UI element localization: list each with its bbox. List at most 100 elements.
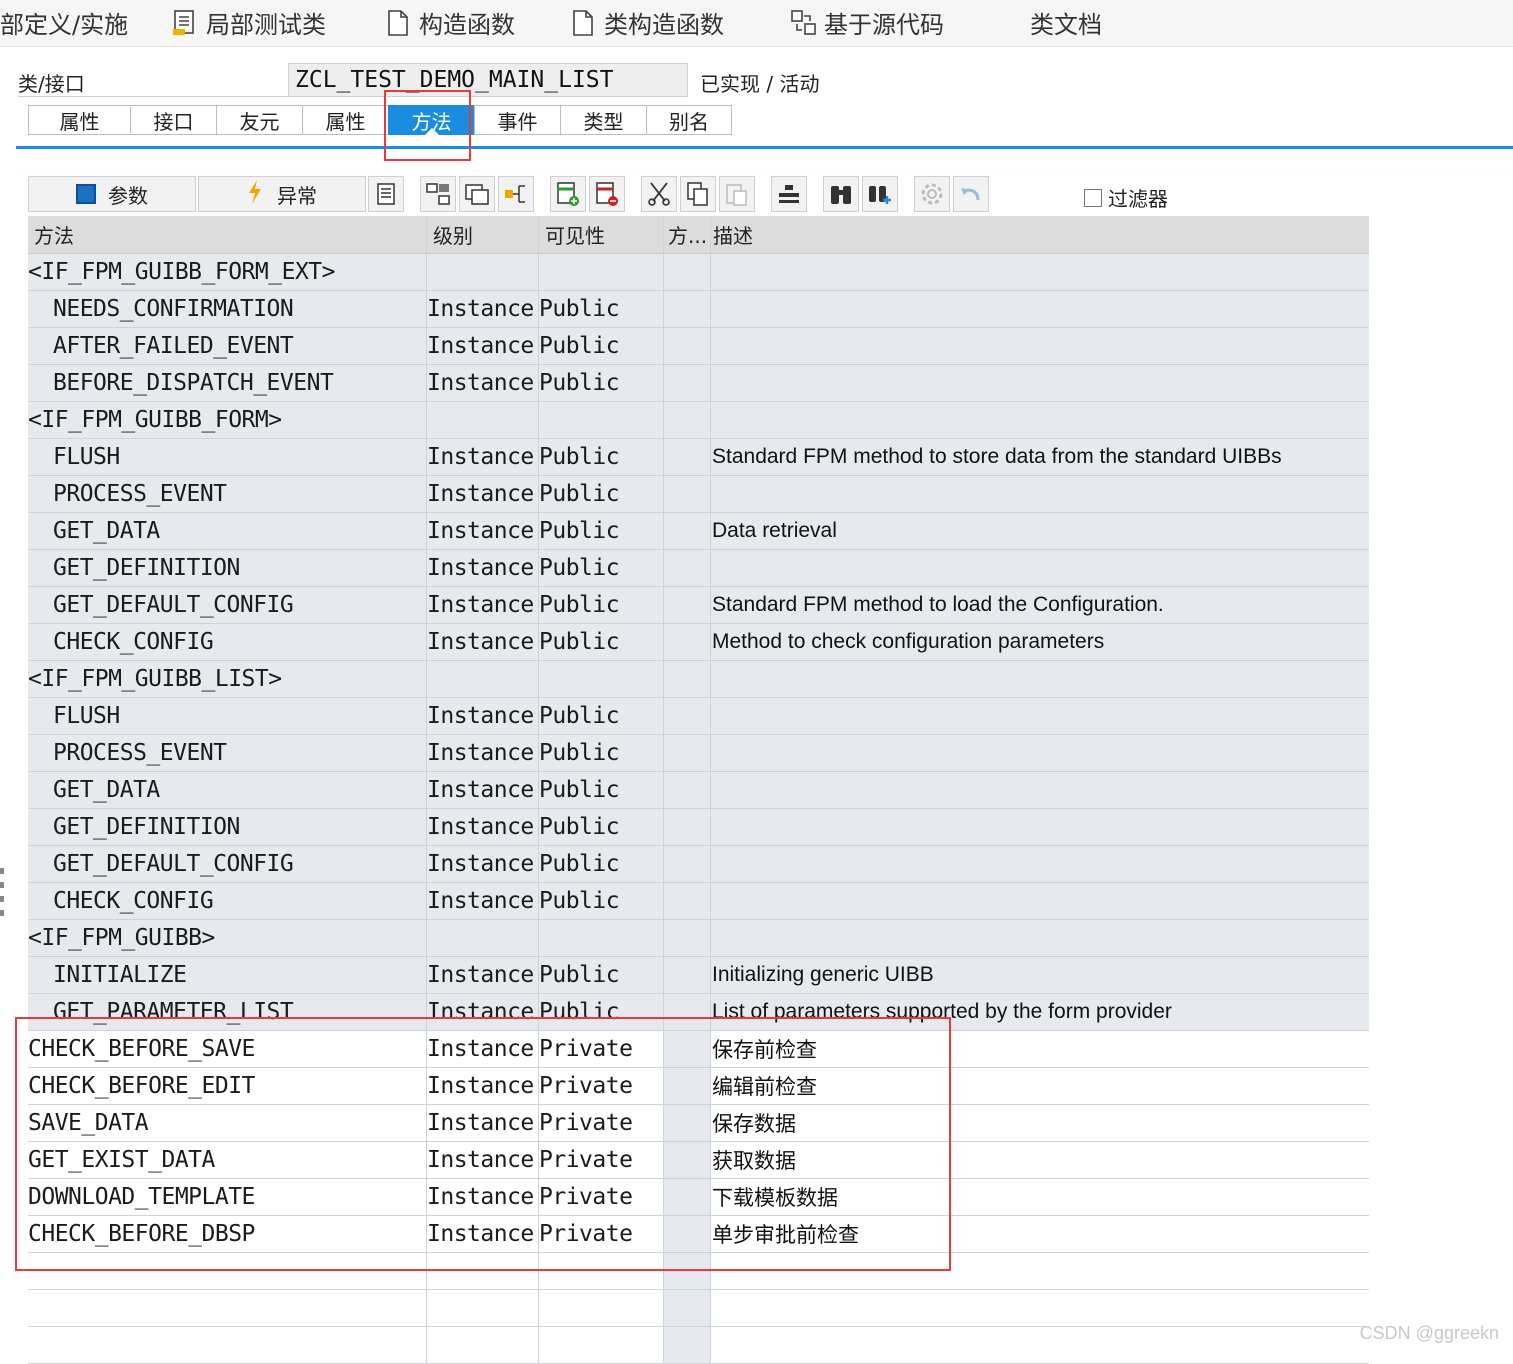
- splitter-handle[interactable]: [0, 860, 8, 920]
- method-name-cell[interactable]: BEFORE_DISPATCH_EVENT: [28, 365, 426, 401]
- method-name-cell[interactable]: NEEDS_CONFIRMATION: [28, 291, 426, 327]
- column-header-level[interactable]: 级别: [426, 216, 538, 253]
- column-header-visibility[interactable]: 可见性: [538, 216, 663, 253]
- toolbar-local-test-class[interactable]: 局部测试类: [172, 6, 326, 39]
- method-type-cell[interactable]: [663, 809, 710, 845]
- align-button[interactable]: [771, 176, 807, 212]
- level-cell[interactable]: Instance: [426, 550, 538, 586]
- visibility-cell[interactable]: [538, 661, 663, 697]
- method-name-cell[interactable]: <IF_FPM_GUIBB_FORM_EXT>: [28, 254, 426, 290]
- table-row[interactable]: CHECK_CONFIG Instance Public Method to chec…: [28, 624, 1369, 661]
- method-type-cell[interactable]: [663, 328, 710, 364]
- description-cell[interactable]: [710, 809, 1369, 845]
- visibility-cell[interactable]: Public: [538, 624, 663, 660]
- level-cell[interactable]: Instance: [426, 883, 538, 919]
- visibility-cell[interactable]: Public: [538, 772, 663, 808]
- class-name-field[interactable]: ZCL_TEST_DEMO_MAIN_LIST: [288, 63, 688, 97]
- tab-interfaces[interactable]: 接口: [130, 105, 216, 135]
- undo-button[interactable]: [953, 176, 989, 212]
- paste-button[interactable]: [719, 176, 755, 212]
- table-group-row[interactable]: <IF_FPM_GUIBB_LIST>: [28, 661, 1369, 698]
- table-row[interactable]: [28, 1327, 1369, 1364]
- description-cell[interactable]: Method to check configuration parameters: [710, 624, 1369, 660]
- method-name-cell[interactable]: PROCESS_EVENT: [28, 476, 426, 512]
- visibility-cell[interactable]: Public: [538, 809, 663, 845]
- table-row[interactable]: GET_DATA Instance Public Data retrieval: [28, 513, 1369, 550]
- method-name-cell[interactable]: <IF_FPM_GUIBB_LIST>: [28, 661, 426, 697]
- method-type-cell[interactable]: [663, 772, 710, 808]
- table-group-row[interactable]: <IF_FPM_GUIBB_FORM_EXT>: [28, 254, 1369, 291]
- description-cell[interactable]: [710, 772, 1369, 808]
- visibility-cell[interactable]: [538, 402, 663, 438]
- level-cell[interactable]: Instance: [426, 587, 538, 623]
- visibility-cell[interactable]: Public: [538, 735, 663, 771]
- method-type-cell[interactable]: [663, 1327, 710, 1363]
- method-type-cell[interactable]: [663, 920, 710, 956]
- description-cell[interactable]: [710, 291, 1369, 327]
- insert-row-button[interactable]: [550, 176, 586, 212]
- exceptions-button[interactable]: 异常: [198, 176, 366, 212]
- table-group-row[interactable]: <IF_FPM_GUIBB>: [28, 920, 1369, 957]
- settings-button[interactable]: [914, 176, 950, 212]
- table-row[interactable]: GET_DEFAULT_CONFIG Instance Public Standard…: [28, 587, 1369, 624]
- parameters-button[interactable]: 参数: [28, 176, 196, 212]
- description-cell[interactable]: [710, 883, 1369, 919]
- description-cell[interactable]: Standard FPM method to load the Configur…: [710, 587, 1369, 623]
- tab-attributes[interactable]: 属性: [28, 105, 130, 135]
- method-type-cell[interactable]: [663, 439, 710, 475]
- description-cell[interactable]: [710, 365, 1369, 401]
- table-row[interactable]: CHECK_CONFIG Instance Public: [28, 883, 1369, 920]
- method-name-cell[interactable]: [28, 1290, 426, 1326]
- method-name-cell[interactable]: FLUSH: [28, 439, 426, 475]
- description-cell[interactable]: [710, 920, 1369, 956]
- method-name-cell[interactable]: GET_DATA: [28, 513, 426, 549]
- description-cell[interactable]: [710, 698, 1369, 734]
- method-name-cell[interactable]: CHECK_CONFIG: [28, 624, 426, 660]
- visibility-cell[interactable]: [538, 1290, 663, 1326]
- method-type-cell[interactable]: [663, 291, 710, 327]
- method-name-cell[interactable]: GET_DEFINITION: [28, 550, 426, 586]
- method-type-cell[interactable]: [663, 587, 710, 623]
- tab-attributes-2[interactable]: 属性: [302, 105, 388, 135]
- level-cell[interactable]: [426, 1290, 538, 1326]
- find-next-button[interactable]: [862, 176, 898, 212]
- level-cell[interactable]: Instance: [426, 772, 538, 808]
- table-row[interactable]: AFTER_FAILED_EVENT Instance Public: [28, 328, 1369, 365]
- method-name-cell[interactable]: AFTER_FAILED_EVENT: [28, 328, 426, 364]
- method-type-cell[interactable]: [663, 402, 710, 438]
- level-cell[interactable]: [426, 402, 538, 438]
- table-row[interactable]: INITIALIZE Instance Public Initializing gen…: [28, 957, 1369, 994]
- method-type-cell[interactable]: [663, 1290, 710, 1326]
- method-name-cell[interactable]: GET_DEFAULT_CONFIG: [28, 587, 426, 623]
- visibility-cell[interactable]: Public: [538, 846, 663, 882]
- table-row[interactable]: [28, 1290, 1369, 1327]
- filter-toggle[interactable]: 过滤器: [1084, 183, 1168, 212]
- visibility-cell[interactable]: Public: [538, 291, 663, 327]
- method-name-cell[interactable]: PROCESS_EVENT: [28, 735, 426, 771]
- toolbar-class-constructor[interactable]: 类构造函数: [570, 6, 724, 39]
- method-type-cell[interactable]: [663, 624, 710, 660]
- source-code-button[interactable]: [368, 176, 404, 212]
- level-cell[interactable]: [426, 661, 538, 697]
- method-name-cell[interactable]: CHECK_CONFIG: [28, 883, 426, 919]
- visibility-cell[interactable]: Public: [538, 883, 663, 919]
- method-type-cell[interactable]: [663, 957, 710, 993]
- description-cell[interactable]: Initializing generic UIBB: [710, 957, 1369, 993]
- tab-types[interactable]: 类型: [560, 105, 646, 135]
- refactor-button[interactable]: [420, 176, 456, 212]
- description-cell[interactable]: [710, 402, 1369, 438]
- description-cell[interactable]: [710, 328, 1369, 364]
- method-type-cell[interactable]: [663, 698, 710, 734]
- display-object-list-button[interactable]: [459, 176, 495, 212]
- level-cell[interactable]: Instance: [426, 513, 538, 549]
- method-name-cell[interactable]: INITIALIZE: [28, 957, 426, 993]
- table-row[interactable]: GET_DEFINITION Instance Public: [28, 550, 1369, 587]
- tab-aliases[interactable]: 别名: [646, 105, 732, 135]
- table-row[interactable]: PROCESS_EVENT Instance Public: [28, 476, 1369, 513]
- method-name-cell[interactable]: GET_DATA: [28, 772, 426, 808]
- description-cell[interactable]: [710, 661, 1369, 697]
- level-cell[interactable]: Instance: [426, 735, 538, 771]
- level-cell[interactable]: Instance: [426, 809, 538, 845]
- visibility-cell[interactable]: Public: [538, 957, 663, 993]
- method-type-cell[interactable]: [663, 661, 710, 697]
